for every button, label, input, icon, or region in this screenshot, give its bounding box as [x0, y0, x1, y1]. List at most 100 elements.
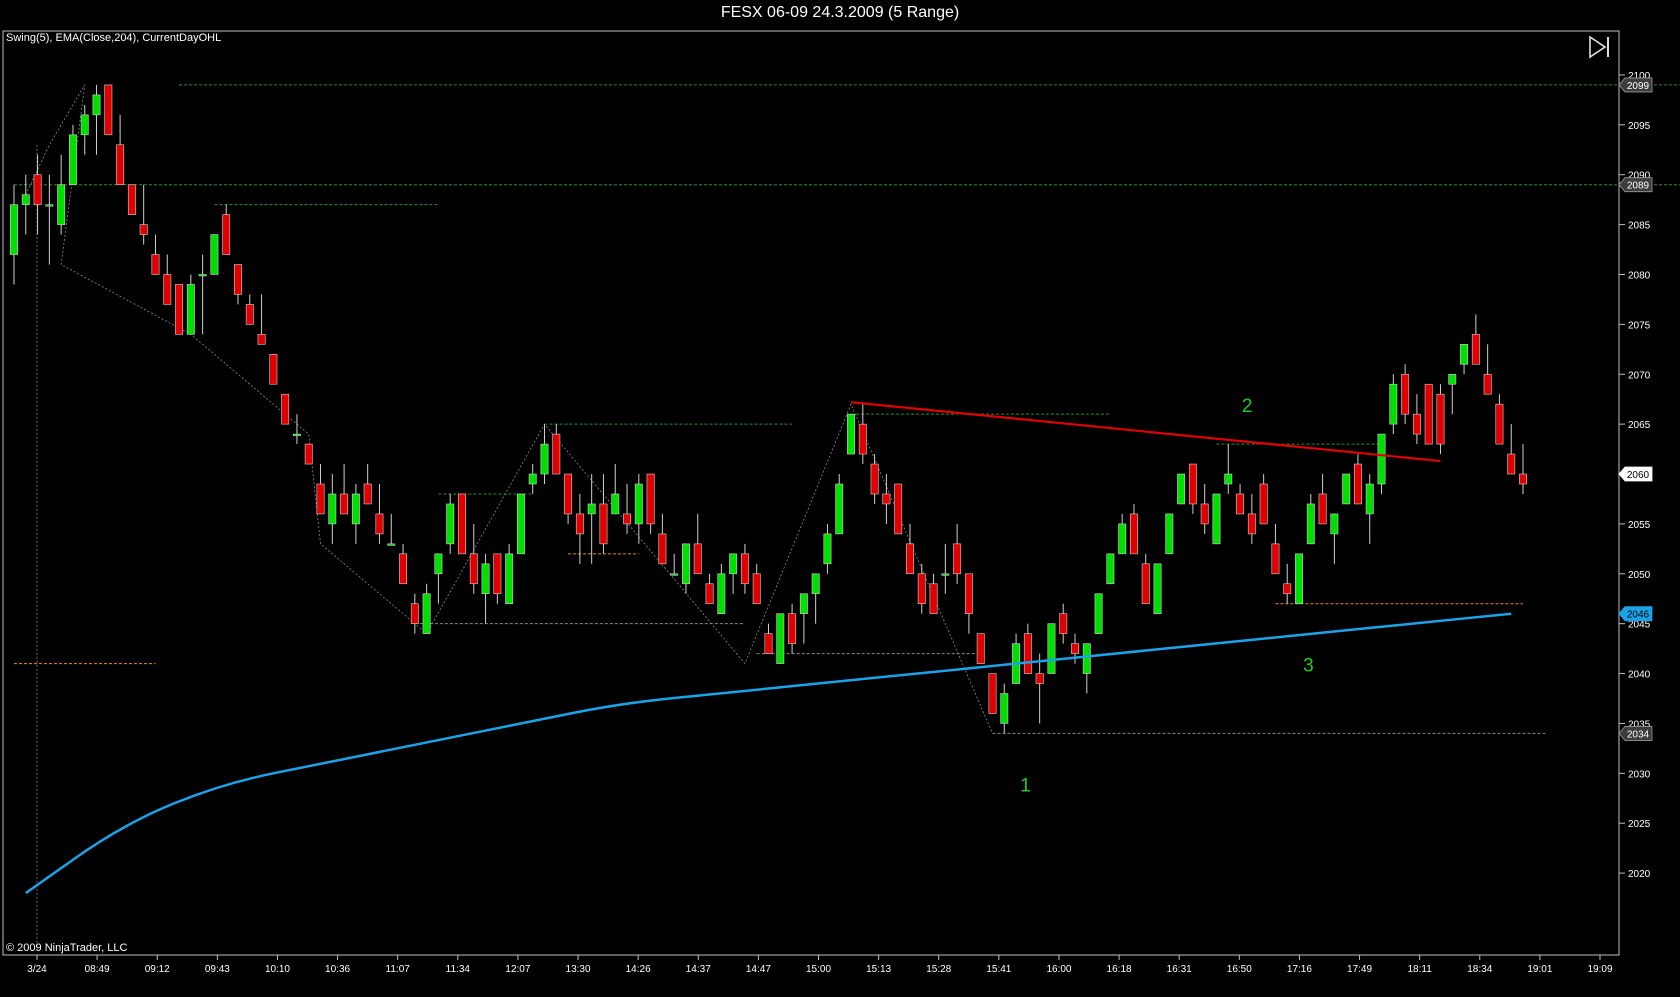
candle-body — [682, 543, 690, 585]
price-marker-2060: 2060 — [1618, 466, 1653, 482]
candle-body — [375, 513, 384, 535]
candle — [1342, 473, 1351, 505]
candle — [1165, 513, 1174, 555]
candle — [1295, 553, 1303, 605]
candle-body — [1106, 553, 1115, 585]
candle-body — [1236, 493, 1245, 515]
candle — [304, 443, 313, 465]
x-tick-label: 19:09 — [1587, 964, 1612, 975]
candle-body — [1424, 383, 1433, 445]
candle-body — [1283, 583, 1292, 595]
candle-body — [351, 493, 360, 525]
candle — [776, 613, 785, 664]
candle — [1094, 593, 1103, 634]
y-tick-label: 2045 — [1628, 620, 1651, 631]
candle-body — [717, 573, 726, 614]
candle-body — [1035, 673, 1044, 684]
candle-body — [1401, 373, 1410, 415]
candle-body — [882, 493, 891, 505]
candle-body — [1200, 503, 1209, 525]
x-tick-label: 16:50 — [1227, 964, 1252, 975]
candle-body — [658, 533, 667, 565]
x-tick-label: 16:00 — [1046, 964, 1071, 975]
skip-to-end-icon[interactable] — [1587, 35, 1613, 59]
candle-body — [764, 633, 773, 654]
candle-body — [1271, 543, 1280, 575]
y-tick-label: 2095 — [1628, 121, 1651, 132]
candle — [1436, 384, 1445, 455]
candle-body — [599, 503, 608, 545]
annotation-label-3: 3 — [1303, 656, 1314, 677]
candle-body — [811, 573, 820, 595]
candle-body — [493, 553, 502, 595]
candle-body — [1460, 344, 1469, 365]
candle-body — [328, 493, 337, 525]
y-tick-label: 2020 — [1628, 869, 1651, 880]
candle-body — [1247, 513, 1256, 535]
candle-body — [1353, 463, 1362, 505]
candle-body — [540, 443, 549, 475]
candle-body — [799, 593, 808, 614]
x-tick-label: 15:41 — [986, 964, 1011, 975]
candle-body — [1059, 613, 1068, 634]
candle-body — [116, 144, 125, 185]
candle-body — [976, 633, 985, 664]
candle-body — [611, 493, 620, 515]
x-tick-label: 10:36 — [325, 964, 350, 975]
candle-body — [80, 114, 89, 136]
candle-body — [516, 493, 525, 555]
candle-body — [941, 573, 950, 576]
x-tick-label: 18:11 — [1408, 964, 1433, 975]
candle-body — [1224, 473, 1233, 485]
candle-body — [953, 543, 962, 575]
candle-body — [33, 174, 42, 205]
candle-body — [292, 433, 301, 436]
candle-body — [399, 553, 407, 585]
candle-body — [1153, 563, 1162, 614]
candle-body — [528, 473, 537, 485]
candle-body — [1165, 513, 1174, 555]
candle-body — [257, 334, 266, 345]
plot-area[interactable] — [2, 30, 1620, 956]
candle-body — [186, 284, 195, 335]
candle-body — [57, 184, 66, 225]
candle-body — [458, 493, 466, 555]
candle-body — [234, 264, 242, 295]
candle — [127, 184, 136, 215]
candle-body — [788, 613, 797, 644]
candle-body — [894, 483, 903, 535]
candle — [894, 483, 903, 535]
candle — [1424, 383, 1433, 445]
candle-body — [1306, 503, 1315, 545]
candle-body — [1436, 393, 1445, 445]
candle-body — [1188, 463, 1197, 505]
candle-body — [422, 593, 431, 634]
candle-body — [1047, 623, 1056, 674]
y-tick-label: 2030 — [1628, 769, 1651, 780]
y-tick-label: 2040 — [1628, 670, 1651, 681]
candle-body — [752, 573, 761, 605]
candle-body — [481, 563, 490, 595]
candle-body — [693, 543, 702, 575]
x-tick-label: 08:49 — [85, 964, 110, 975]
candle-body — [740, 553, 749, 585]
indicators-label: Swing(5), EMA(Close,204), CurrentDayOHL — [6, 32, 222, 44]
x-tick-label: 14:26 — [626, 964, 651, 975]
y-tick-label: 2025 — [1628, 819, 1651, 830]
candle-body — [1094, 593, 1103, 634]
x-tick-label: 14:37 — [686, 964, 711, 975]
candle-body — [1177, 473, 1186, 505]
candlestick-chart[interactable]: 123 202020252030203520402045205020552060… — [0, 0, 1680, 997]
candle-body — [1389, 383, 1398, 425]
candle-body — [281, 393, 290, 425]
candle — [516, 493, 525, 555]
x-tick-label: 17:49 — [1347, 964, 1372, 975]
x-tick-label: 16:31 — [1167, 964, 1192, 975]
candle-body — [776, 613, 785, 664]
candle-body — [245, 304, 254, 325]
candle-body — [917, 573, 926, 605]
candle-body — [469, 553, 478, 585]
x-tick-label: 19:01 — [1527, 964, 1552, 975]
candle-body — [823, 533, 832, 565]
x-tick-label: 11:07 — [386, 964, 411, 975]
